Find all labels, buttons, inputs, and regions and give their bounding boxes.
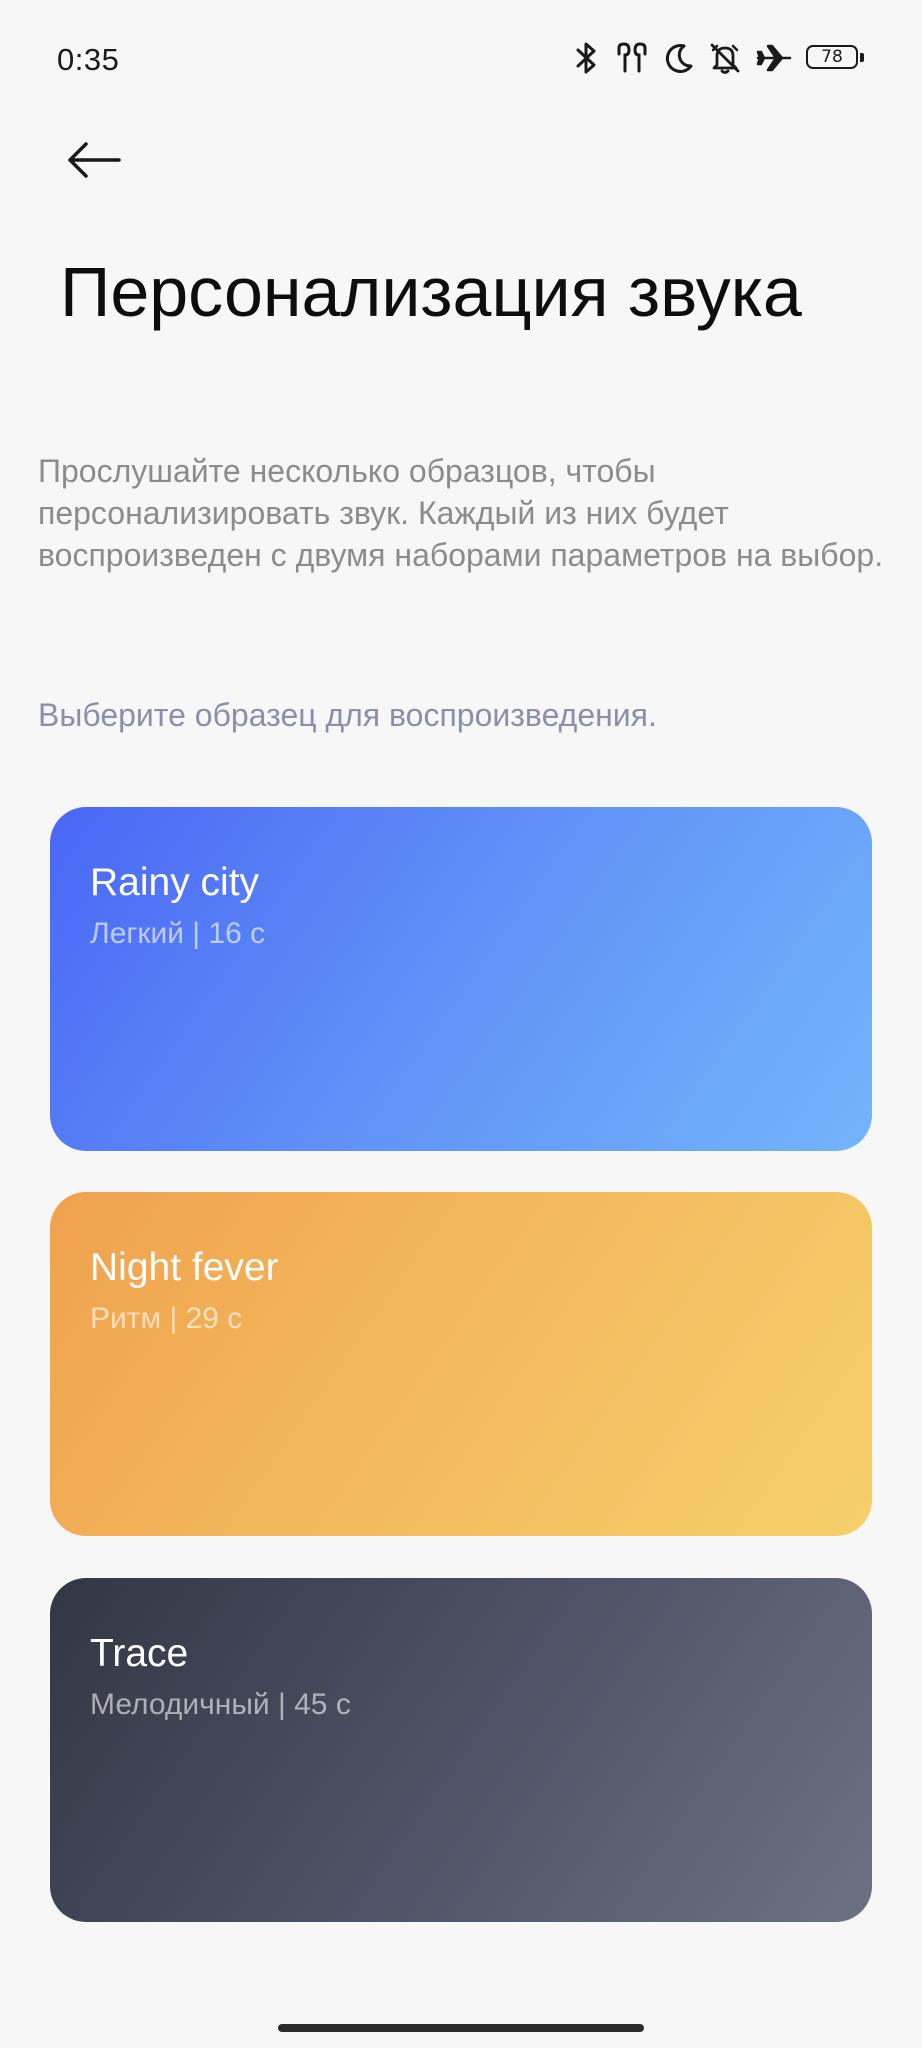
sample-selection-hint: Выберите образец для воспроизведения. xyxy=(38,697,657,733)
status-icons: 78 xyxy=(574,40,866,76)
page-title: Персонализация звука xyxy=(60,253,802,331)
moon-icon xyxy=(664,42,694,74)
sample-card-title: Trace xyxy=(90,1632,189,1675)
earbuds-icon xyxy=(614,42,650,74)
back-button[interactable] xyxy=(62,130,126,194)
sample-card-night-fever[interactable]: Night fever Ритм | 29 с xyxy=(50,1192,872,1536)
airplane-icon xyxy=(756,42,792,74)
battery-level: 78 xyxy=(806,45,858,69)
sample-card-subtitle: Мелодичный | 45 с xyxy=(90,1688,351,1721)
sample-card-trace[interactable]: Trace Мелодичный | 45 с xyxy=(50,1578,872,1922)
battery-tip xyxy=(860,53,864,62)
bluetooth-icon xyxy=(574,41,600,75)
sample-card-rainy-city[interactable]: Rainy city Легкий | 16 с xyxy=(50,807,872,1151)
status-time: 0:35 xyxy=(57,42,120,77)
home-indicator[interactable] xyxy=(278,2024,644,2032)
page-description: Прослушайте несколько образцов, чтобы пе… xyxy=(38,453,884,573)
arrow-left-icon xyxy=(66,140,122,185)
sample-card-subtitle: Ритм | 29 с xyxy=(90,1302,243,1335)
sample-card-title: Rainy city xyxy=(90,861,260,904)
sample-card-subtitle: Легкий | 16 с xyxy=(90,917,266,950)
bell-off-icon xyxy=(708,41,742,75)
battery-indicator: 78 xyxy=(806,45,866,71)
status-bar: 0:35 78 xyxy=(0,0,922,110)
sample-card-title: Night fever xyxy=(90,1246,279,1289)
